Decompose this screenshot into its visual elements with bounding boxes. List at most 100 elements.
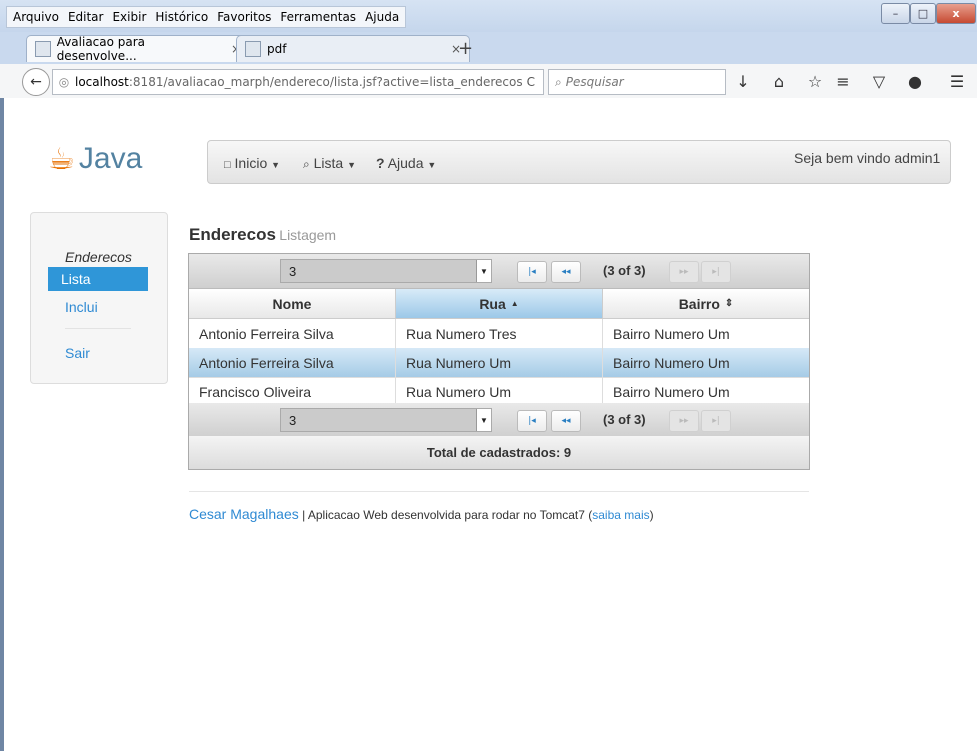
top-menu-bar: □ Inicio ▼ ⌕ Lista ▼ ? Ajuda ▼ Seja bem … <box>207 140 951 184</box>
column-header-rua[interactable]: Rua ▲ <box>396 289 603 318</box>
reading-list-icon[interactable]: ≡ <box>832 71 854 91</box>
first-page-button[interactable]: |◂ <box>517 261 547 283</box>
page-subtitle: Listagem <box>279 227 337 243</box>
first-page-button[interactable]: |◂ <box>517 410 547 432</box>
next-page-button[interactable]: ▸▸ <box>669 261 699 283</box>
search-icon: ⌕ <box>555 74 562 89</box>
caret-down-icon: ▼ <box>427 160 437 170</box>
last-page-button[interactable]: ▸| <box>701 261 731 283</box>
back-arrow-icon[interactable]: ← <box>22 68 50 96</box>
table-row-selected[interactable]: Antonio Ferreira Silva Rua Numero Um Bai… <box>189 348 809 378</box>
footer-separator: | <box>298 508 308 522</box>
last-page-button[interactable]: ▸| <box>701 410 731 432</box>
new-tab-button[interactable]: + <box>458 38 473 59</box>
menu-lista[interactable]: ⌕ Lista ▼ <box>303 155 356 172</box>
sidebar-divider <box>65 328 131 329</box>
page-title: Enderecos <box>189 225 276 244</box>
footer: Cesar Magalhaes | Aplicacao Web desenvol… <box>189 506 654 522</box>
sidebar-header: Enderecos <box>65 249 132 265</box>
prev-page-button[interactable]: ◂◂ <box>551 261 581 283</box>
menu-ajuda[interactable]: Ajuda <box>365 10 399 24</box>
menu-ajuda-label: Ajuda <box>387 155 424 171</box>
hamburger-menu-icon[interactable]: ☰ <box>946 71 968 91</box>
column-header-bairro[interactable]: Bairro ⇕ <box>603 289 809 318</box>
pocket-icon[interactable]: ▽ <box>868 71 890 91</box>
download-icon[interactable]: ↓ <box>732 71 754 91</box>
chevron-down-icon: ▼ <box>476 260 491 282</box>
caret-down-icon: ▼ <box>271 160 281 170</box>
java-logo-text: Java <box>78 142 143 175</box>
tab-avaliacao[interactable]: Avaliacao para desenvolve... × <box>26 35 250 63</box>
sidebar-item-sair[interactable]: Sair <box>65 345 90 361</box>
cell-bairro: Bairro Numero Um <box>613 383 730 400</box>
web-page: ☕ Java □ Inicio ▼ ⌕ Lista ▼ ? Ajuda ▼ Se… <box>0 98 977 751</box>
chat-icon[interactable]: ● <box>904 71 926 91</box>
menu-historico[interactable]: Histórico <box>155 10 208 24</box>
menu-favoritos[interactable]: Favoritos <box>217 10 271 24</box>
browser-menubar: Arquivo Editar Exibir Histórico Favorito… <box>6 6 407 28</box>
cell-bairro: Bairro Numero Um <box>613 325 730 342</box>
prev-page-button[interactable]: ◂◂ <box>551 410 581 432</box>
search-placeholder: Pesquisar <box>565 75 624 89</box>
menu-exibir[interactable]: Exibir <box>112 10 146 24</box>
sort-ascending-icon: ▲ <box>510 299 519 308</box>
menu-ajuda-app[interactable]: ? Ajuda ▼ <box>376 155 436 171</box>
menu-ferramentas[interactable]: Ferramentas <box>280 10 356 24</box>
rows-per-page-select[interactable]: 3 ▼ <box>280 259 492 283</box>
author-link[interactable]: Cesar Magalhaes <box>189 506 299 522</box>
caret-down-icon: ▼ <box>347 160 357 170</box>
cell-rua: Rua Numero Tres <box>396 319 603 348</box>
file-icon: □ <box>224 159 231 171</box>
menu-inicio[interactable]: □ Inicio ▼ <box>224 155 280 171</box>
data-table: 3 ▼ |◂ ◂◂ (3 of 3) ▸▸ ▸| Nome Rua ▲ Bair… <box>188 253 810 470</box>
reload-icon[interactable]: C <box>527 75 535 89</box>
total-count: Total de cadastrados: 9 <box>189 436 809 469</box>
maximize-button[interactable]: □ <box>910 3 936 24</box>
search-icon: ⌕ <box>303 157 310 171</box>
paginator-bottom: 3 ▼ |◂ ◂◂ (3 of 3) ▸▸ ▸| <box>189 403 809 438</box>
footer-close-paren: ) <box>649 508 654 522</box>
url-path: :8181/avaliacao_marph/endereco/lista.jsf… <box>128 75 523 89</box>
rows-per-page-value: 3 <box>289 412 297 428</box>
search-input[interactable]: ⌕ Pesquisar <box>548 69 726 95</box>
sidebar: Enderecos Lista Inclui Sair <box>30 212 168 384</box>
cell-nome: Francisco Oliveira <box>189 377 396 406</box>
column-label: Rua <box>479 295 506 312</box>
welcome-message: Seja bem vindo admin1 <box>794 150 941 166</box>
page-favicon-icon <box>245 41 261 57</box>
tab-label: Avaliacao para desenvolve... <box>56 35 146 63</box>
rows-per-page-value: 3 <box>289 263 297 279</box>
menu-lista-label: Lista <box>313 155 344 171</box>
address-bar[interactable]: ◎ localhost:8181/avaliacao_marph/enderec… <box>52 69 544 95</box>
column-header-nome[interactable]: Nome <box>189 289 396 318</box>
saiba-mais-link[interactable]: saiba mais <box>592 508 649 522</box>
menu-editar[interactable]: Editar <box>68 10 104 24</box>
column-label: Nome <box>272 295 312 312</box>
cell-nome: Antonio Ferreira Silva <box>189 348 396 377</box>
table-row[interactable]: Antonio Ferreira Silva Rua Numero Tres B… <box>189 319 809 349</box>
footer-divider <box>189 491 809 492</box>
menu-arquivo[interactable]: Arquivo <box>13 10 59 24</box>
rows-per-page-select[interactable]: 3 ▼ <box>280 408 492 432</box>
minimize-button[interactable]: – <box>881 3 910 24</box>
page-info: (3 of 3) <box>603 412 646 427</box>
cell-nome: Antonio Ferreira Silva <box>189 319 396 348</box>
sidebar-item-lista[interactable]: Lista <box>48 267 148 291</box>
java-logo: ☕ Java <box>48 134 158 184</box>
page-info: (3 of 3) <box>603 263 646 278</box>
next-page-button[interactable]: ▸▸ <box>669 410 699 432</box>
footer-text: Aplicacao Web desenvolvida para rodar no… <box>307 508 593 522</box>
home-icon[interactable]: ⌂ <box>768 71 790 91</box>
url-host: localhost <box>75 75 129 89</box>
bookmark-star-icon[interactable]: ☆ <box>804 71 826 91</box>
java-cup-icon: ☕ <box>48 141 75 177</box>
tab-pdf[interactable]: pdf × <box>236 35 470 62</box>
page-favicon-icon <box>35 41 51 57</box>
table-header-row: Nome Rua ▲ Bairro ⇕ <box>189 289 809 319</box>
sidebar-item-inclui[interactable]: Inclui <box>65 299 98 315</box>
sort-both-icon: ⇕ <box>724 298 734 309</box>
close-window-button[interactable]: x <box>936 3 976 24</box>
cell-bairro: Bairro Numero Um <box>613 354 730 371</box>
tab-label: pdf <box>267 42 287 56</box>
globe-icon: ◎ <box>58 75 70 89</box>
